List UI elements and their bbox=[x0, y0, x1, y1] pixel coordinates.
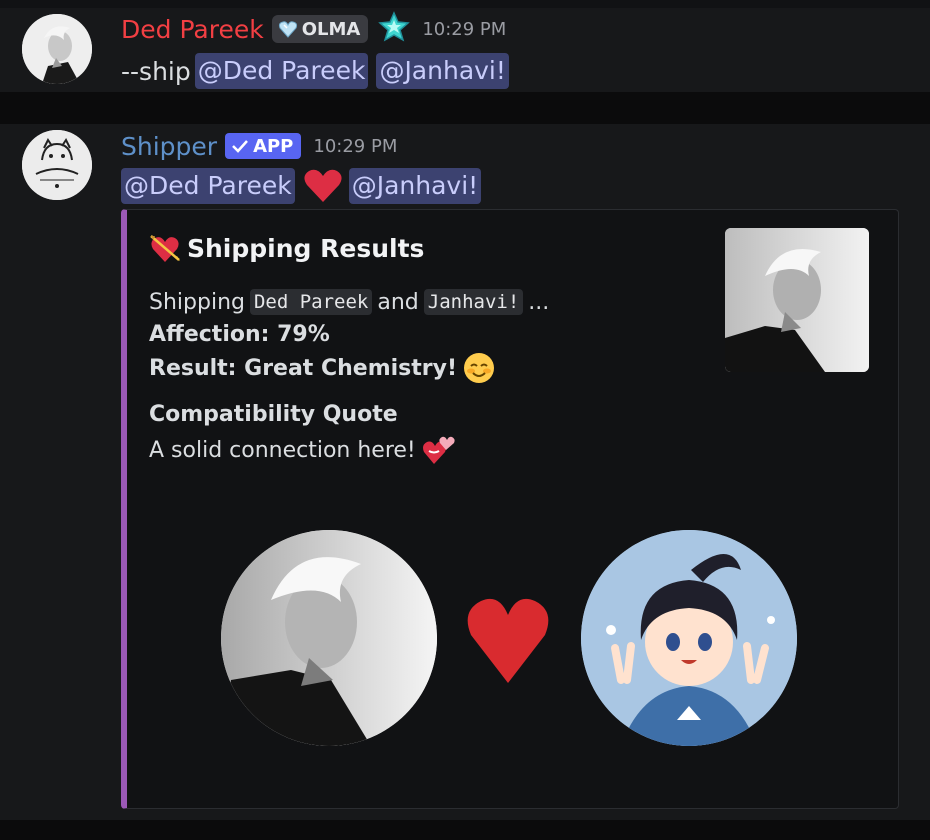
check-icon bbox=[232, 140, 248, 153]
username[interactable]: Ded Pareek bbox=[121, 15, 264, 44]
avatar[interactable] bbox=[22, 14, 92, 84]
embed-title: Shipping Results bbox=[149, 232, 424, 264]
result-line: Result: Great Chemistry! bbox=[149, 350, 495, 386]
kiss-hearts-icon bbox=[422, 434, 456, 466]
mention[interactable]: @Janhavi! bbox=[376, 53, 509, 89]
heart-gem-icon bbox=[278, 21, 297, 38]
heart-arrow-icon bbox=[150, 235, 180, 262]
red-heart-icon bbox=[303, 168, 343, 204]
user-b-avatar bbox=[581, 530, 797, 746]
ship-embed: Shipping Results Shipping Ded Pareek and… bbox=[121, 209, 899, 809]
chat-view: Ded Pareek OLMA 10:29 PM --ship @Ded Par… bbox=[0, 0, 930, 840]
timestamp: 10:29 PM bbox=[422, 18, 507, 40]
message-header: Ded Pareek OLMA 10:29 PM bbox=[121, 10, 506, 48]
divider bbox=[0, 0, 930, 8]
shipping-prefix: Shipping bbox=[149, 289, 245, 315]
smiling-face-icon bbox=[463, 352, 495, 384]
red-heart-icon bbox=[465, 585, 551, 689]
mention[interactable]: @Ded Pareek bbox=[121, 168, 295, 204]
app-badge: APP bbox=[225, 133, 302, 159]
message-content: @Ded Pareek @Janhavi! bbox=[121, 166, 489, 206]
mention[interactable]: @Ded Pareek bbox=[194, 53, 369, 89]
conjunction: and bbox=[377, 289, 419, 315]
avatar[interactable] bbox=[22, 130, 92, 200]
affection-line: Affection: 79% bbox=[149, 321, 330, 347]
shipping-line: Shipping Ded Pareek and Janhavi! ... bbox=[149, 286, 549, 318]
username[interactable]: Shipper bbox=[121, 132, 217, 161]
app-badge-label: APP bbox=[253, 135, 294, 157]
result-text: Result: Great Chemistry! bbox=[149, 355, 458, 381]
ellipsis: ... bbox=[528, 289, 550, 315]
embed-title-text: Shipping Results bbox=[187, 233, 425, 263]
name-code: Janhavi! bbox=[423, 289, 524, 315]
quote-line: A solid connection here! bbox=[149, 433, 456, 467]
quote-text: A solid connection here! bbox=[149, 437, 416, 463]
user-a-avatar bbox=[221, 530, 437, 746]
name-code: Ded Pareek bbox=[249, 289, 373, 315]
timestamp: 10:29 PM bbox=[313, 135, 398, 157]
message-content: --ship @Ded Pareek @Janhavi! bbox=[121, 52, 517, 90]
guild-tag-label: OLMA bbox=[301, 18, 361, 40]
star-badge-icon[interactable] bbox=[378, 11, 411, 47]
message: Ded Pareek OLMA 10:29 PM --ship @Ded Par… bbox=[0, 8, 930, 92]
quote-title: Compatibility Quote bbox=[149, 401, 398, 427]
message-header: Shipper APP 10:29 PM bbox=[121, 126, 397, 166]
message: Shipper APP 10:29 PM @Ded Pareek @Janhav… bbox=[0, 124, 930, 820]
thumbnail-image[interactable] bbox=[725, 228, 869, 372]
command-text: --ship bbox=[121, 56, 191, 86]
guild-tag[interactable]: OLMA bbox=[271, 15, 369, 43]
mention[interactable]: @Janhavi! bbox=[348, 168, 482, 204]
